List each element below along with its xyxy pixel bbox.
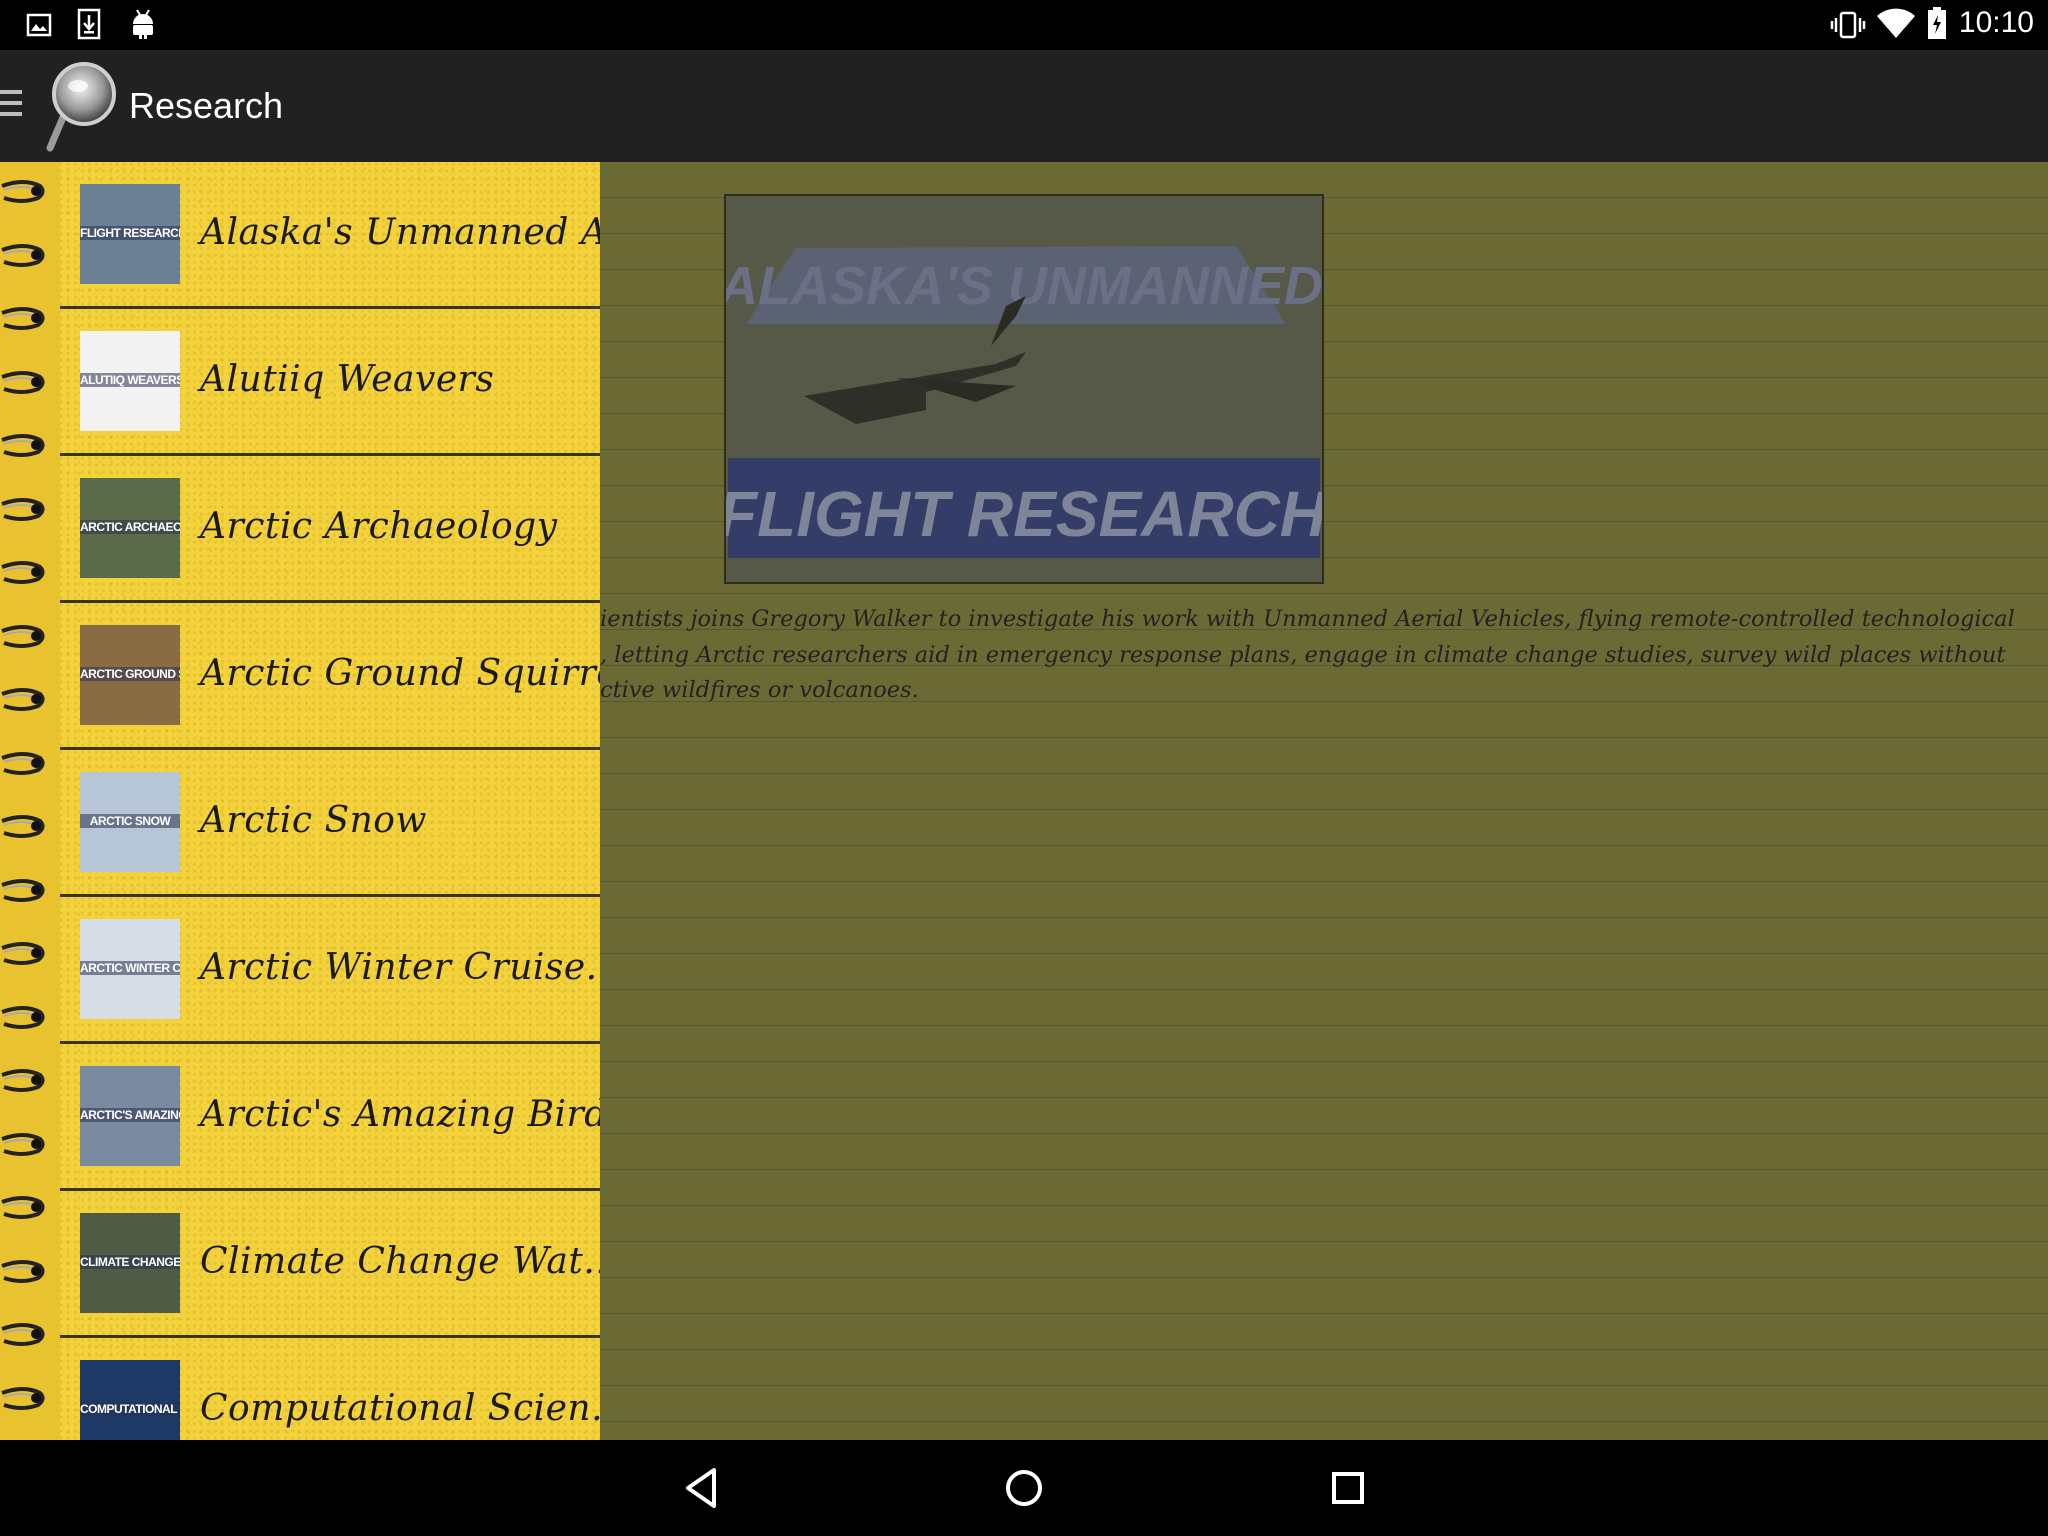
hamburger-icon[interactable]	[0, 90, 22, 122]
spiral-ring-icon	[1, 688, 45, 711]
spiral-ring-icon	[1, 1386, 45, 1410]
clock: 10:10	[1958, 6, 2034, 39]
topic-thumbnail: ARCTIC'S AMAZING BIRDS	[80, 1066, 180, 1166]
list-item-label: Arctic's Amazing Birds	[200, 1094, 600, 1135]
spiral-ring-icon	[1, 1132, 45, 1156]
spiral-ring-icon	[1, 370, 45, 394]
spiral-ring-icon	[1, 1259, 45, 1283]
thumbnail-caption: CLIMATE CHANGE WATCH	[80, 1255, 180, 1269]
feature-top-text: ALASKA'S UNMANNED	[726, 256, 1322, 316]
thumbnail-caption: ARCTIC SNOW	[80, 814, 180, 828]
spiral-ring-icon	[1, 1005, 45, 1029]
list-item-label: Arctic Winter Cruise...	[200, 947, 600, 988]
list-item[interactable]: ARCTIC WINTER CRUISE 2011 Arctic Winter C…	[60, 897, 600, 1044]
thumbnail-caption: FLIGHT RESEARCH	[80, 226, 180, 240]
spiral-ring-icon	[1, 878, 45, 902]
list-item[interactable]: ARCTIC'S AMAZING BIRDS Arctic's Amazing B…	[60, 1044, 600, 1191]
spiral-ring-icon	[1, 497, 45, 521]
description: ientists joins Gregory Walker to investi…	[600, 602, 2020, 709]
list-item-label: Arctic Ground Squirrel	[200, 653, 600, 694]
list-item-label: Arctic Archaeology	[200, 506, 558, 547]
spiral-ring-icon	[1, 751, 45, 775]
topic-thumbnail: ALUTIIQ WEAVERS	[80, 331, 180, 431]
wifi-icon	[1877, 8, 1915, 38]
list-item[interactable]: ARCTIC SNOW Arctic Snow	[60, 750, 600, 897]
spiral-ring-icon	[1, 243, 45, 267]
topic-thumbnail: COMPUTATIONAL SCIENCE	[80, 1360, 180, 1440]
home-icon[interactable]	[1000, 1464, 1048, 1512]
navigation-bar	[0, 1440, 2048, 1536]
spiral-ring-icon	[1, 180, 45, 203]
description-line: ientists joins Gregory Walker to investi…	[600, 606, 2015, 632]
image-icon	[26, 13, 52, 37]
list-item-label: Computational Scien...	[200, 1388, 600, 1429]
list-item[interactable]: FLIGHT RESEARCH Alaska's Unmanned A...	[60, 162, 600, 309]
list-item[interactable]: ALUTIIQ WEAVERS Alutiiq Weavers	[60, 309, 600, 456]
topic-thumbnail: ARCTIC WINTER CRUISE 2011	[80, 919, 180, 1019]
spiral-ring-icon	[1, 561, 45, 584]
list-item-label: Alutiiq Weavers	[200, 359, 495, 400]
list-item-label: Arctic Snow	[200, 800, 427, 841]
spiral-binding	[0, 162, 63, 1440]
navigation-drawer: FLIGHT RESEARCH Alaska's Unmanned A... ALU…	[0, 162, 600, 1440]
detail-pane: ALASKA'S UNMANNED FLIGHT RESEARCH ientis…	[600, 162, 2048, 1440]
list-item[interactable]: ARCTIC ARCHAEOLOGY Arctic Archaeology	[60, 456, 600, 603]
battery-icon	[1928, 7, 1946, 39]
topic-thumbnail: CLIMATE CHANGE WATCH	[80, 1213, 180, 1313]
spiral-ring-icon	[1, 434, 45, 457]
thumbnail-caption: COMPUTATIONAL SCIENCE	[80, 1402, 180, 1416]
feature-bottom-text: FLIGHT RESEARCH	[726, 478, 1322, 550]
list-item-label: Alaska's Unmanned A...	[200, 212, 600, 253]
thumbnail-caption: ARCTIC GROUND SQUIRREL	[80, 667, 180, 681]
thumbnail-caption: ARCTIC ARCHAEOLOGY	[80, 520, 180, 534]
android-icon	[133, 9, 153, 39]
topic-thumbnail: ARCTIC GROUND SQUIRREL	[80, 625, 180, 725]
topic-thumbnail: FLIGHT RESEARCH	[80, 184, 180, 284]
thumbnail-caption: ALUTIIQ WEAVERS	[80, 373, 180, 387]
spiral-ring-icon	[1, 307, 45, 330]
recents-icon[interactable]	[1324, 1464, 1372, 1512]
spiral-ring-icon	[1, 942, 45, 965]
vibrate-icon	[1830, 11, 1866, 39]
download-icon	[77, 8, 101, 40]
action-bar: Research	[0, 50, 2048, 162]
feature-image: ALASKA'S UNMANNED FLIGHT RESEARCH	[724, 194, 1324, 584]
topic-list[interactable]: FLIGHT RESEARCH Alaska's Unmanned A... ALU…	[60, 162, 600, 1440]
description-line: ctive wildfires or volcanoes.	[600, 677, 919, 703]
thumbnail-caption: ARCTIC WINTER CRUISE 2011	[80, 961, 180, 975]
back-icon[interactable]	[678, 1464, 726, 1512]
spiral-ring-icon	[1, 1196, 45, 1219]
topic-thumbnail: ARCTIC SNOW	[80, 772, 180, 872]
spiral-ring-icon	[1, 815, 45, 838]
spiral-ring-icon	[1, 624, 45, 648]
list-item[interactable]: COMPUTATIONAL SCIENCE Computational Scien…	[60, 1338, 600, 1440]
magnifier-logo-icon[interactable]	[44, 60, 120, 152]
description-line: , letting Arctic researchers aid in emer…	[600, 641, 2006, 668]
spiral-ring-icon	[1, 1069, 45, 1092]
page-title: Research	[129, 85, 284, 126]
list-item-label: Climate Change Wat...	[200, 1241, 600, 1282]
status-bar: 10:10	[0, 0, 2048, 50]
thumbnail-caption: ARCTIC'S AMAZING BIRDS	[80, 1108, 180, 1122]
list-item[interactable]: CLIMATE CHANGE WATCH Climate Change Wat..…	[60, 1191, 600, 1338]
topic-thumbnail: ARCTIC ARCHAEOLOGY	[80, 478, 180, 578]
spiral-ring-icon	[1, 1323, 45, 1346]
list-item[interactable]: ARCTIC GROUND SQUIRREL Arctic Ground Squi…	[60, 603, 600, 750]
